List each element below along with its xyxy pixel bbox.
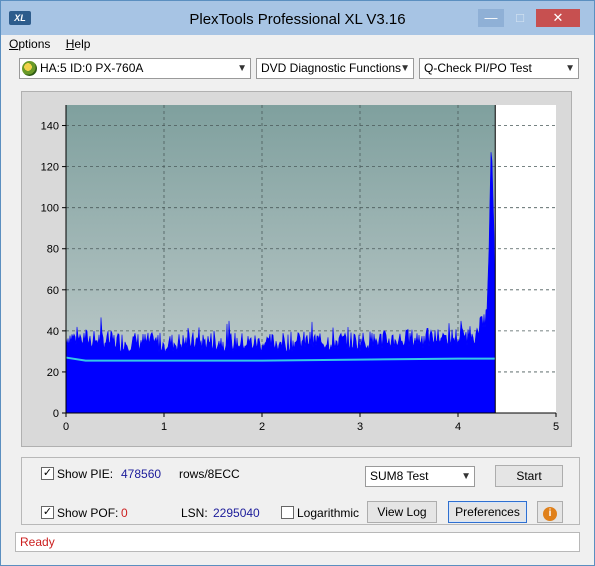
logarithmic-checkbox[interactable] xyxy=(281,506,294,519)
show-pie-checkbox[interactable]: ✓ xyxy=(41,467,54,480)
function-select[interactable]: DVD Diagnostic Functions ▼ xyxy=(256,58,414,79)
pie-value: 478560 xyxy=(121,467,162,481)
info-icon: i xyxy=(543,507,557,521)
x-tick-label: 3 xyxy=(357,421,363,433)
chevron-down-icon: ▼ xyxy=(461,471,471,482)
test-select[interactable]: Q-Check PI/PO Test ▼ xyxy=(419,58,579,79)
y-tick-label: 100 xyxy=(41,203,59,215)
poe-value: 0 xyxy=(121,506,128,520)
status-bar: Ready xyxy=(15,532,580,552)
sum-test-select[interactable]: SUM8 Test ▼ xyxy=(365,466,475,487)
view-log-button[interactable]: View Log xyxy=(367,501,437,523)
x-tick-label: 1 xyxy=(161,421,167,433)
y-tick-label: 60 xyxy=(47,285,59,297)
menu-help[interactable]: Help xyxy=(66,37,91,51)
close-button[interactable]: ✕ xyxy=(536,9,580,27)
y-tick-label: 80 xyxy=(47,244,59,256)
pi-po-chart: 0 20 40 60 80 100 120 140 0 1 2 3 4 5 xyxy=(41,105,559,433)
y-tick-label: 140 xyxy=(41,121,59,133)
show-poe-label: Show POF: xyxy=(57,506,119,520)
show-pie-label: Show PIE: xyxy=(57,467,114,481)
main-window: XL PlexTools Professional XL V3.16 — □ ✕… xyxy=(0,0,595,566)
lsn-value: 2295040 xyxy=(213,506,260,520)
x-tick-label: 2 xyxy=(259,421,265,433)
preferences-button[interactable]: Preferences xyxy=(448,501,527,523)
x-tick-label: 5 xyxy=(553,421,559,433)
sum-test-value: SUM8 Test xyxy=(370,469,429,483)
minimize-button[interactable]: — xyxy=(478,9,504,27)
y-tick-label: 40 xyxy=(47,326,59,338)
drive-select-value: HA:5 ID:0 PX-760A xyxy=(40,61,144,75)
y-tick-label: 0 xyxy=(53,408,59,420)
x-tick-label: 0 xyxy=(63,421,69,433)
test-select-value: Q-Check PI/PO Test xyxy=(424,61,532,75)
menu-options[interactable]: Options xyxy=(9,37,50,51)
title-bar[interactable]: XL PlexTools Professional XL V3.16 — □ ✕ xyxy=(1,1,594,35)
y-tick-label: 120 xyxy=(41,162,59,174)
y-tick-label: 20 xyxy=(47,367,59,379)
start-button[interactable]: Start xyxy=(495,465,563,487)
drive-select[interactable]: HA:5 ID:0 PX-760A ▼ xyxy=(19,58,251,79)
chevron-down-icon: ▼ xyxy=(237,63,247,74)
pie-unit: rows/8ECC xyxy=(179,467,240,481)
lsn-label: LSN: xyxy=(181,506,208,520)
maximize-button[interactable]: □ xyxy=(507,9,533,27)
disc-drive-icon xyxy=(22,61,37,76)
show-poe-checkbox[interactable]: ✓ xyxy=(41,506,54,519)
logarithmic-label: Logarithmic xyxy=(297,506,360,520)
chevron-down-icon: ▼ xyxy=(400,63,410,74)
function-select-value: DVD Diagnostic Functions xyxy=(261,61,402,75)
window-title: PlexTools Professional XL V3.16 xyxy=(189,11,406,28)
x-tick-label: 4 xyxy=(455,421,461,433)
chevron-down-icon: ▼ xyxy=(565,63,575,74)
menu-bar: Options Help xyxy=(9,37,102,55)
info-button[interactable]: i xyxy=(537,501,563,523)
